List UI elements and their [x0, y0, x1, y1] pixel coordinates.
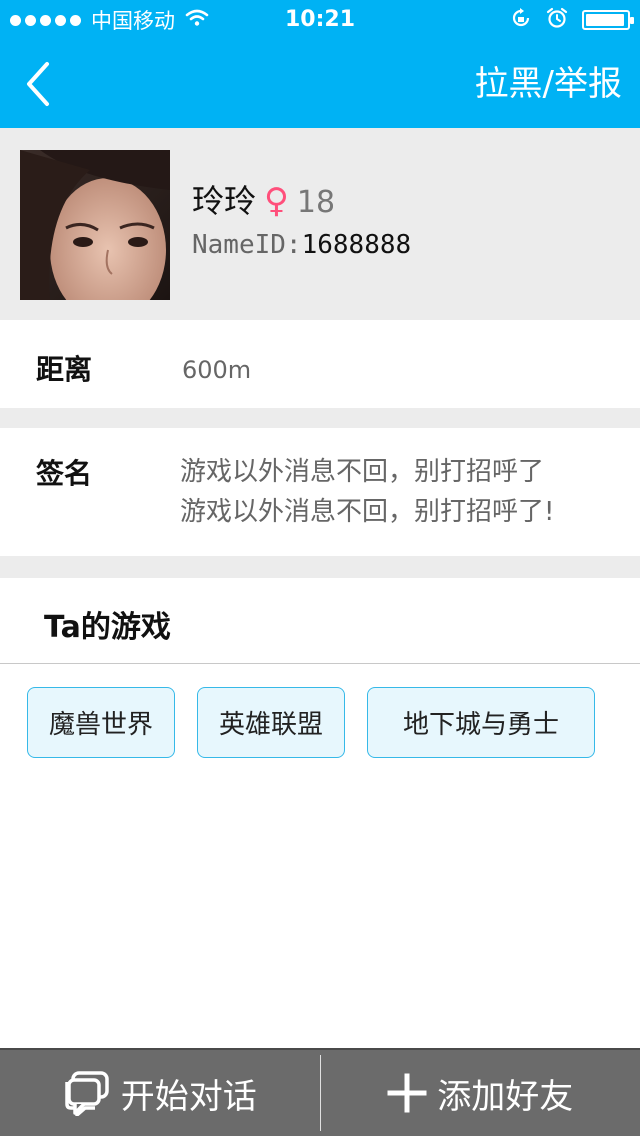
add-friend-label: 添加好友	[437, 1076, 574, 1117]
game-tag[interactable]: 魔兽世界	[27, 687, 175, 758]
distance-label: 距离	[36, 353, 93, 386]
back-button[interactable]	[14, 60, 62, 108]
start-chat-button[interactable]: 开始对话	[0, 1050, 320, 1136]
user-name: 玲玲	[192, 182, 257, 220]
game-tag[interactable]: 地下城与勇士	[367, 687, 595, 758]
start-chat-label: 开始对话	[120, 1076, 257, 1117]
profile-header: 玲玲 ♀ 18 NameID:1688888	[0, 128, 640, 320]
battery-icon	[582, 10, 634, 30]
status-bar: 中国移动 10:21	[0, 0, 640, 40]
game-tag[interactable]: 英雄联盟	[197, 687, 345, 758]
block-report-button[interactable]: 拉黑/举报	[475, 40, 622, 128]
female-icon: ♀	[264, 181, 289, 221]
nav-bar: 拉黑/举报	[0, 40, 640, 128]
name-id-label: NameID:	[192, 230, 302, 260]
add-friend-button[interactable]: 添加好友	[321, 1050, 640, 1136]
user-age: 18	[296, 185, 336, 220]
signature-row: 签名 游戏以外消息不回，别打招呼了 游戏以外消息不回，别打招呼了!	[0, 428, 640, 556]
alarm-icon	[546, 7, 568, 33]
battery-fill	[586, 14, 624, 26]
chevron-left-icon	[27, 62, 49, 106]
section-divider	[0, 556, 640, 578]
bottom-action-bar: 开始对话 添加好友	[0, 1048, 640, 1136]
distance-row: 距离 600m	[0, 320, 640, 408]
chat-icon	[65, 1071, 109, 1116]
signature-line-1: 游戏以外消息不回，别打招呼了	[180, 457, 545, 487]
distance-value: 600m	[182, 356, 252, 384]
name-row: 玲玲 ♀ 18	[192, 176, 335, 222]
signature-label: 签名	[36, 457, 93, 490]
signature-text: 游戏以外消息不回，别打招呼了 游戏以外消息不回，别打招呼了!	[180, 452, 620, 532]
games-divider	[0, 663, 640, 664]
status-right	[510, 0, 634, 40]
name-id: NameID:1688888	[192, 230, 411, 260]
avatar[interactable]	[20, 150, 170, 300]
rotation-lock-icon	[510, 7, 532, 33]
name-id-value: 1688888	[301, 230, 412, 260]
plus-icon	[387, 1073, 427, 1113]
signature-line-2: 游戏以外消息不回，别打招呼了!	[180, 497, 555, 527]
games-title: Ta的游戏	[44, 610, 171, 645]
section-divider	[0, 408, 640, 428]
